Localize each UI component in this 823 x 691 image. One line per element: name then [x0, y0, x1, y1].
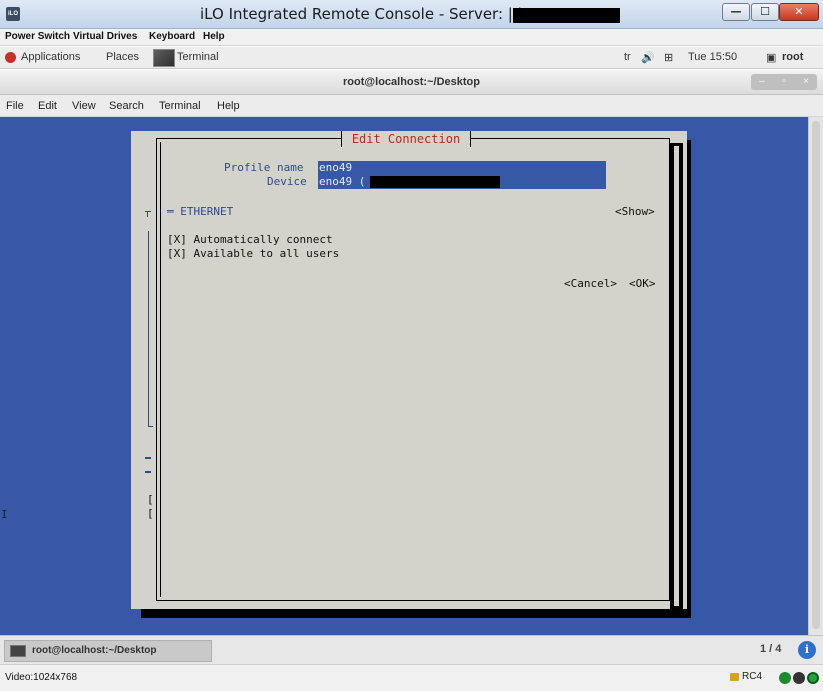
redacted-server-name	[513, 8, 620, 23]
terminal-title: root@localhost:~/Desktop	[343, 76, 480, 88]
lock-icon	[730, 673, 739, 681]
info-icon[interactable]: i	[798, 641, 816, 659]
terminal-maximize-button[interactable]: ▫	[773, 74, 795, 90]
tree-marker	[145, 211, 151, 212]
profile-name-label: Profile name	[224, 161, 304, 174]
user-menu[interactable]: root	[782, 51, 803, 63]
terminal-minimize-button[interactable]: –	[751, 74, 773, 90]
clock[interactable]: Tue 15:50	[688, 51, 737, 63]
taskbar-item-label: root@localhost:~/Desktop	[32, 645, 157, 656]
terminal-titlebar: root@localhost:~/Desktop – ▫ ×	[0, 70, 823, 95]
menu-help[interactable]: Help	[203, 31, 225, 42]
dialog-inner-frame	[160, 142, 666, 597]
status-led-icon	[779, 672, 791, 684]
terminal-close-button[interactable]: ×	[795, 74, 817, 90]
device-label: Device	[267, 175, 307, 188]
applications-icon[interactable]	[5, 52, 16, 63]
terminal-menu-edit[interactable]: Edit	[38, 100, 57, 112]
menu-power-switch[interactable]: Power Switch	[5, 31, 70, 42]
network-icon[interactable]: ⊞	[664, 51, 673, 64]
close-button[interactable]: ✕	[779, 3, 819, 21]
terminal-launcher-label: Terminal	[177, 51, 219, 63]
tree-marker	[147, 211, 148, 217]
terminal-menu-search[interactable]: Search	[109, 100, 144, 112]
ok-button[interactable]: <OK>	[629, 277, 656, 290]
redacted-mac-address	[370, 176, 500, 188]
terminal-icon	[10, 645, 26, 657]
minimize-button[interactable]: —	[722, 3, 750, 21]
terminal-launcher[interactable]: Terminal	[153, 49, 225, 67]
places-menu[interactable]: Places	[106, 51, 139, 63]
ilo-window-title: iLO Integrated Remote Console - Server: …	[200, 5, 547, 23]
ilo-status-bar: Video:1024x768 RC4	[0, 664, 823, 691]
available-all-users-checkbox[interactable]: [X] Available to all users	[167, 247, 339, 260]
menu-virtual-drives[interactable]: Virtual Drives	[73, 31, 137, 42]
dialog-title-box: Edit Connection	[341, 131, 471, 147]
ilo-logo-icon: iLO	[6, 7, 20, 21]
ilo-window-titlebar: iLO iLO Integrated Remote Console - Serv…	[0, 0, 823, 29]
status-led-icon	[793, 672, 805, 684]
tree-marker	[145, 457, 151, 459]
edit-connection-dialog: Edit Connection Profile name eno49 Devic…	[131, 131, 687, 609]
tree-bracket: [	[147, 493, 154, 506]
volume-icon[interactable]: 🔊	[641, 51, 655, 64]
terminal-scrollbar-thumb[interactable]	[812, 121, 820, 629]
terminal-scrollbar[interactable]	[808, 117, 823, 635]
show-ethernet-button[interactable]: <Show>	[615, 205, 655, 218]
terminal-menu-help[interactable]: Help	[217, 100, 240, 112]
tree-line	[148, 426, 153, 427]
power-status-icon[interactable]	[807, 672, 819, 684]
profile-name-input[interactable]: eno49	[318, 161, 606, 175]
cancel-button[interactable]: <Cancel>	[564, 277, 617, 290]
terminal-icon	[153, 49, 175, 67]
terminal-menubar: File Edit View Search Terminal Help	[0, 95, 823, 117]
menu-keyboard[interactable]: Keyboard	[149, 31, 195, 42]
dialog-title: Edit Connection	[351, 132, 461, 146]
workspace-indicator[interactable]: 1 / 4	[760, 643, 781, 655]
tree-line	[148, 231, 149, 427]
gnome-top-panel: Applications Places Terminal tr 🔊 ⊞ Tue …	[0, 47, 823, 69]
video-resolution: Video:1024x768	[5, 672, 78, 683]
encryption-label: RC4	[742, 671, 763, 682]
auto-connect-checkbox[interactable]: [X] Automatically connect	[167, 233, 333, 246]
keyboard-layout-indicator[interactable]: tr	[624, 51, 631, 63]
terminal-menu-view[interactable]: View	[72, 100, 96, 112]
ilo-menubar: Power Switch Virtual Drives Keyboard Hel…	[0, 29, 823, 46]
maximize-button[interactable]: ☐	[751, 3, 779, 21]
text-cursor-icon: I	[1, 508, 8, 521]
ethernet-section-label: ═ ETHERNET	[167, 205, 234, 218]
taskbar-item-terminal[interactable]: root@localhost:~/Desktop	[4, 640, 212, 662]
terminal-menu-terminal[interactable]: Terminal	[159, 100, 201, 112]
remote-taskbar: root@localhost:~/Desktop 1 / 4 i	[0, 635, 823, 664]
applications-menu[interactable]: Applications	[21, 51, 80, 63]
dialog-scrollbar-track[interactable]	[673, 146, 680, 606]
user-icon: ▣	[766, 52, 777, 64]
tree-bracket: [	[147, 507, 154, 520]
tree-marker	[145, 471, 151, 473]
terminal-menu-file[interactable]: File	[6, 100, 24, 112]
